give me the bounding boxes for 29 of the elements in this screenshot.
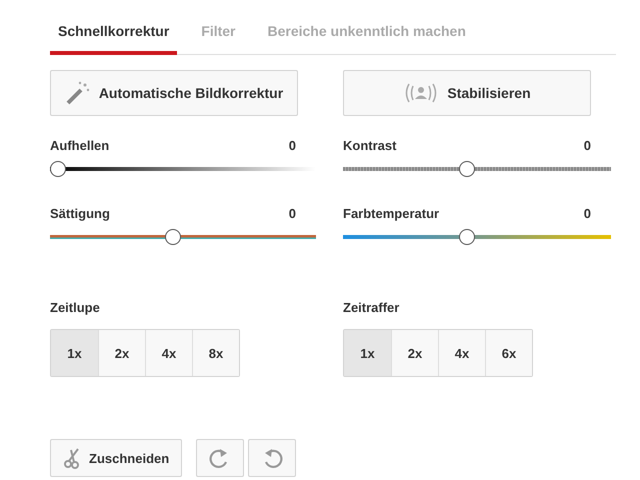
speed-option[interactable]: 4x: [438, 330, 485, 376]
speed-label: Zeitraffer: [343, 300, 400, 315]
speed-option[interactable]: 6x: [485, 330, 532, 376]
speed-option[interactable]: 2x: [98, 330, 145, 376]
rotate-right-button[interactable]: [196, 439, 244, 477]
speed-option[interactable]: 8x: [192, 330, 239, 376]
speed-label: Zeitlupe: [50, 300, 101, 315]
speed-option[interactable]: 4x: [145, 330, 192, 376]
slider-value: 0: [584, 206, 591, 221]
tab[interactable]: Schnellkorrektur: [50, 10, 178, 55]
slider-thumb[interactable]: [458, 161, 475, 177]
slider-label: Farbtemperatur: [343, 206, 440, 221]
speed-option[interactable]: 1x: [344, 330, 391, 376]
speed-option[interactable]: 1x: [51, 330, 98, 376]
rotate-left-button[interactable]: [248, 439, 296, 477]
magic-wand-icon: [64, 80, 91, 106]
slider-label: Kontrast: [343, 138, 396, 153]
auto-correct-button[interactable]: Automatische Bildkorrektur: [50, 70, 298, 116]
stabilize-button[interactable]: Stabilisieren: [343, 70, 591, 116]
slider-value: 0: [584, 138, 591, 153]
slider-value: 0: [288, 206, 296, 221]
slider-value: 0: [288, 138, 296, 153]
slider-label: Aufhellen: [50, 138, 110, 153]
slider-label: Sättigung: [50, 206, 110, 221]
crop-button[interactable]: Zuschneiden: [50, 439, 182, 477]
slider-thumb[interactable]: [165, 229, 181, 245]
slider-thumb[interactable]: [458, 229, 475, 245]
speed-option[interactable]: 2x: [391, 330, 438, 376]
slider-thumb[interactable]: [50, 161, 66, 177]
